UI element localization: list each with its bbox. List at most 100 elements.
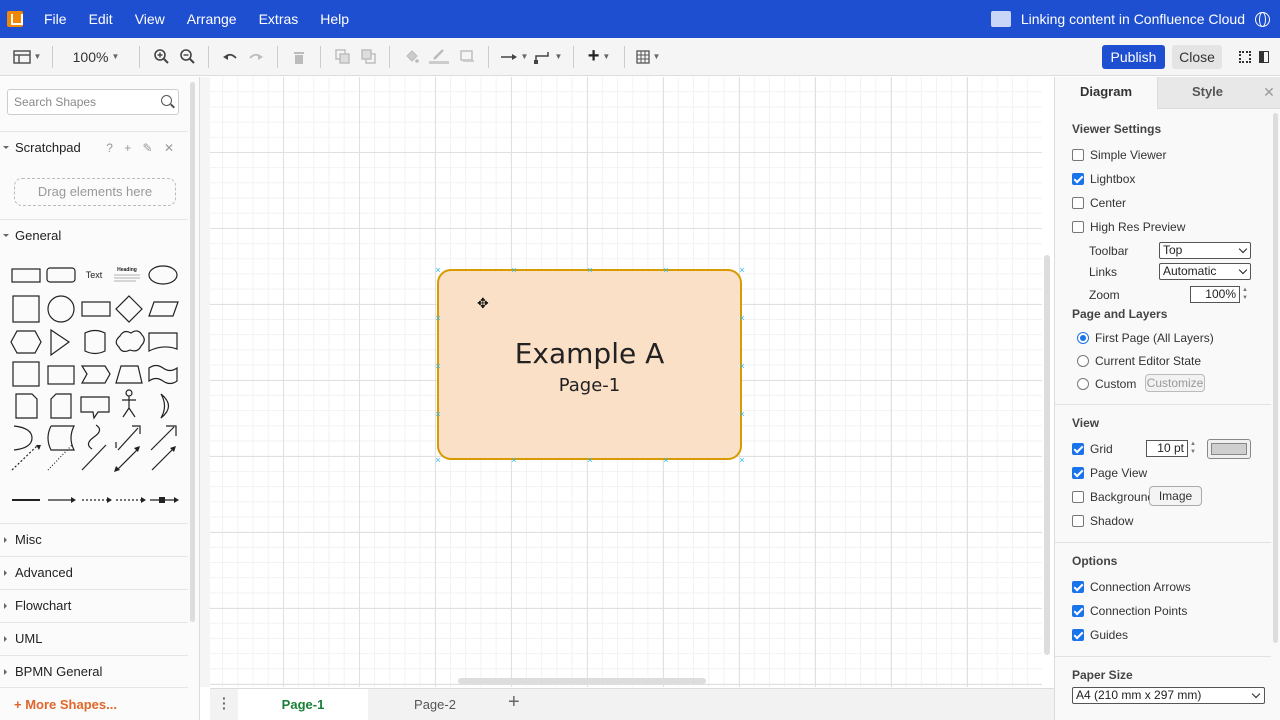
section-bpmn-general[interactable]: BPMN General [0,655,188,687]
format-panel-toggle-button[interactable]: ▼ [12,45,42,69]
search-shapes-input[interactable]: Search Shapes [7,89,179,115]
scratchpad-actions[interactable]: ? + ✎ ✕ [106,132,178,164]
canvas-horizontal-scrollbar[interactable] [458,678,706,684]
delay-shape[interactable] [13,425,33,451]
zoom-in-button[interactable] [148,45,174,69]
checkbox-background[interactable] [1072,491,1084,503]
shadow-button[interactable] [454,45,480,69]
more-shapes-button[interactable]: + More Shapes... [0,687,188,720]
resize-handle[interactable]: × [435,410,441,419]
resize-handle[interactable]: × [587,266,593,275]
close-panel-icon[interactable]: ✕ [1257,77,1280,109]
document-title[interactable]: Linking content in Confluence Cloud [1021,11,1245,27]
resize-handle[interactable]: × [739,456,745,465]
zoom-input[interactable]: 100% [1190,286,1240,303]
menu-extras[interactable]: Extras [248,0,310,38]
line-shape[interactable] [81,444,107,471]
resize-handle[interactable]: × [511,456,517,465]
radio-current-editor-button[interactable] [1077,355,1089,367]
checkbox-grid[interactable] [1072,443,1084,455]
actor-shape[interactable] [125,389,133,397]
resize-handle[interactable]: × [511,266,517,275]
document-shape[interactable] [148,332,178,352]
checkbox-high-res-preview[interactable] [1072,221,1084,233]
grid-size-input[interactable]: 10 pt [1146,440,1188,457]
menu-edit[interactable]: Edit [78,0,124,38]
resize-handle[interactable]: × [739,410,745,419]
checkbox-simple-viewer[interactable] [1072,149,1084,161]
callout-shape[interactable] [80,396,110,420]
section-uml[interactable]: UML [0,622,188,654]
simple-viewer-checkbox[interactable]: Simple Viewer [1072,147,1166,163]
cylinder-shape[interactable] [84,329,106,355]
diagram-canvas[interactable]: Example A Page-1 × × × × × × × × × × × ×… [210,77,1042,687]
checkbox-lightbox[interactable] [1072,173,1084,185]
resize-handle[interactable]: × [739,362,745,371]
connection-style-button[interactable]: ▼ [497,45,531,69]
fullscreen-icon[interactable] [1239,51,1251,63]
publish-button[interactable]: Publish [1102,45,1165,69]
triangle-shape[interactable] [50,328,71,357]
menu-help[interactable]: Help [309,0,360,38]
checkbox-connection-points[interactable] [1072,605,1084,617]
diamond-shape[interactable] [115,295,143,323]
dashed-line-shape[interactable] [11,444,39,471]
zoom-out-button[interactable] [174,45,200,69]
resize-handle[interactable]: × [739,266,745,275]
radio-first-page-button[interactable] [1077,332,1089,344]
process-shape[interactable] [81,301,111,317]
checkbox-shadow[interactable] [1072,515,1084,527]
menu-arrange[interactable]: Arrange [176,0,248,38]
guides-checkbox[interactable]: Guides [1072,627,1128,643]
ellipse-shape[interactable] [148,265,178,285]
data-storage-shape[interactable] [47,425,75,451]
close-button[interactable]: Close [1172,45,1222,69]
radio-custom-button[interactable] [1077,378,1089,390]
menu-view[interactable]: View [124,0,176,38]
section-misc[interactable]: Misc [0,523,188,555]
cube-shape[interactable] [47,365,75,385]
grid-checkbox[interactable]: Grid [1072,441,1113,457]
checkbox-center[interactable] [1072,197,1084,209]
fill-color-button[interactable] [398,45,424,69]
resize-handle[interactable]: × [587,456,593,465]
toolbar-select[interactable]: Top [1159,242,1251,259]
sidebar-scrollbar[interactable] [190,82,195,622]
step-shape[interactable] [80,365,111,384]
resize-handle[interactable]: × [663,266,669,275]
circle-shape[interactable] [47,295,75,323]
radio-first-page[interactable]: First Page (All Layers) [1077,330,1214,346]
resize-handle[interactable]: × [663,456,669,465]
resize-handle[interactable]: × [435,456,441,465]
resize-handle[interactable]: × [435,314,441,323]
line-color-button[interactable] [424,45,454,69]
rounded-rectangle-shape[interactable] [46,267,76,283]
section-advanced[interactable]: Advanced [0,556,188,588]
table-button[interactable]: ▼ [633,45,663,69]
to-front-button[interactable] [329,45,355,69]
resize-handle[interactable]: × [739,314,745,323]
checkbox-guides[interactable] [1072,629,1084,641]
zoom-dropdown[interactable]: 100% ▼ [61,45,131,69]
customize-button[interactable]: Customize [1145,374,1205,392]
tab-page-1[interactable]: Page-1 [238,689,368,720]
high-res-preview-checkbox[interactable]: High Res Preview [1072,219,1185,235]
radio-custom[interactable]: Custom [1077,376,1136,392]
bidirectional-arrow-shape[interactable] [115,425,141,451]
zoom-stepper-icon[interactable]: ▲ ▼ [1240,286,1250,303]
checkbox-page-view[interactable] [1072,467,1084,479]
language-globe-icon[interactable] [1255,11,1270,27]
checkbox-connection-arrows[interactable] [1072,581,1084,593]
connection-points-checkbox[interactable]: Connection Points [1072,603,1187,619]
delete-button[interactable] [286,45,312,69]
directional-connector-shape[interactable] [151,447,175,471]
card-shape[interactable] [50,393,72,419]
connection-arrows-checkbox[interactable]: Connection Arrows [1072,579,1191,595]
toggle-panel-icon[interactable] [1259,51,1269,63]
square-shape[interactable] [12,295,40,323]
tab-style[interactable]: Style [1157,77,1257,109]
note-shape[interactable] [15,393,38,419]
add-page-icon[interactable]: + [508,691,520,714]
waypoints-button[interactable]: ▼ [531,45,565,69]
cloud-shape[interactable] [115,330,145,353]
